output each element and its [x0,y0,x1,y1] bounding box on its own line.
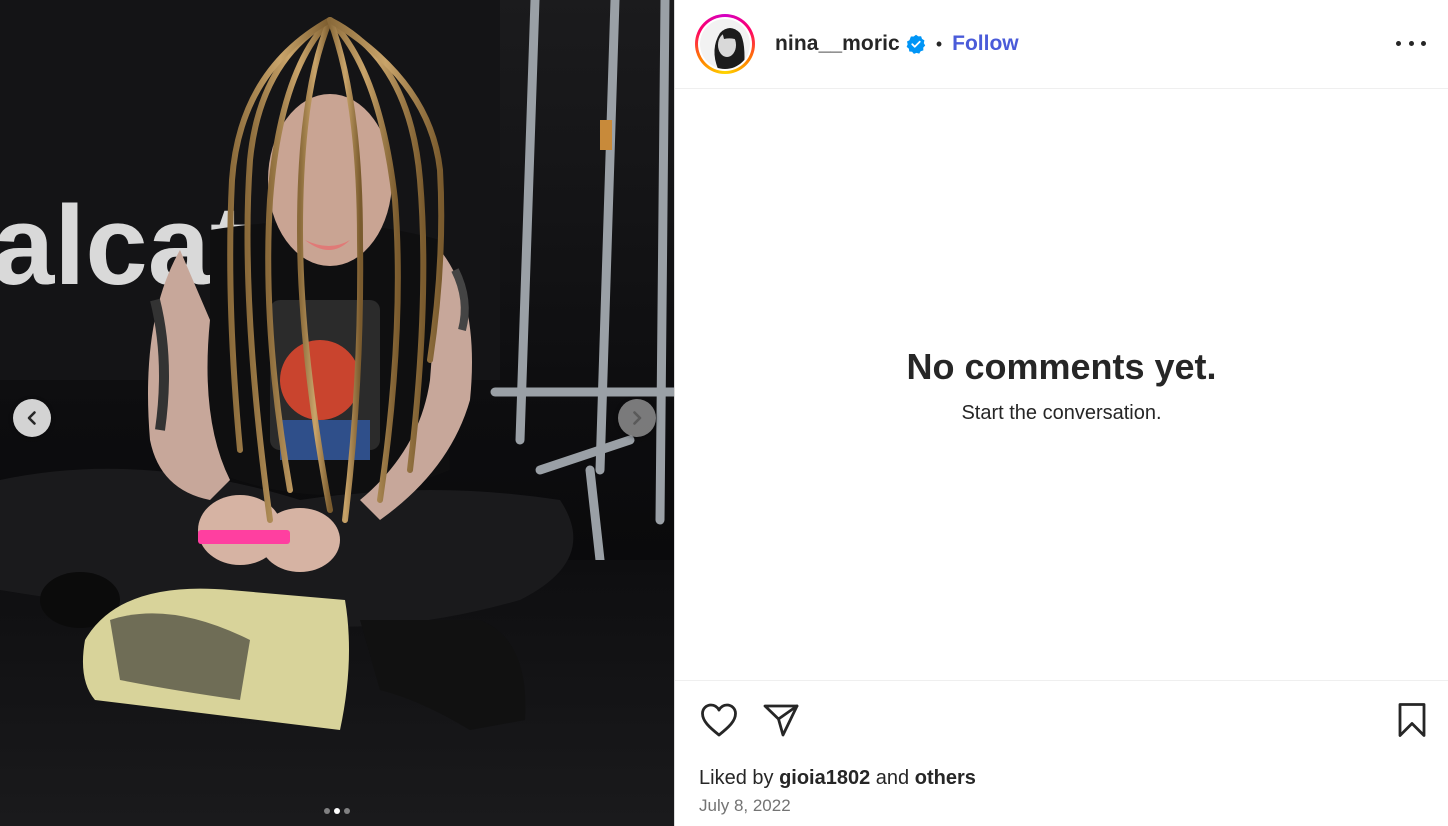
share-button[interactable] [761,700,801,740]
save-button[interactable] [1392,700,1432,740]
like-button[interactable] [699,700,739,740]
more-options-button[interactable] [1396,31,1426,55]
header-separator: • [935,33,943,54]
heart-icon [701,703,737,737]
post-photo: alcat [0,0,674,826]
carousel-next-button[interactable] [618,399,656,437]
chevron-right-icon [633,411,642,425]
liked-user-link[interactable]: gioia1802 [779,767,870,789]
empty-comments-title: No comments yet. [906,346,1217,387]
bookmark-icon [1398,703,1426,737]
carousel-indicator [0,808,674,814]
post-date[interactable]: July 8, 2022 [699,796,1424,816]
post-dialog: alcat nina__moric • Follow No comments y… [0,0,1448,826]
post-footer: Liked by gioia1802 and others July 8, 20… [675,680,1448,826]
avatar [700,19,750,69]
comments-section: No comments yet. Start the conversation. [675,89,1448,680]
verified-badge-icon [906,34,926,54]
carousel-dot [324,808,330,814]
likes-summary: Liked by gioia1802 and others [699,767,1424,790]
chevron-left-icon [27,411,36,425]
avatar-story-ring[interactable] [695,14,755,74]
carousel-dot-active [334,808,340,814]
liked-and: and [875,767,910,789]
username-link[interactable]: nina__moric [775,32,900,56]
liked-others-link[interactable]: others [915,767,976,789]
post-header: nina__moric • Follow [675,0,1448,89]
empty-comments-subtitle: Start the conversation. [961,402,1162,424]
post-media: alcat [0,0,674,826]
carousel-prev-button[interactable] [13,399,51,437]
carousel-dot [344,808,350,814]
share-icon [763,704,799,737]
follow-button[interactable]: Follow [952,32,1019,56]
liked-by-prefix: Liked by [699,767,774,789]
more-icon [1396,40,1401,46]
action-bar [699,681,1426,759]
post-sidebar: nina__moric • Follow No comments yet. St… [674,0,1448,826]
